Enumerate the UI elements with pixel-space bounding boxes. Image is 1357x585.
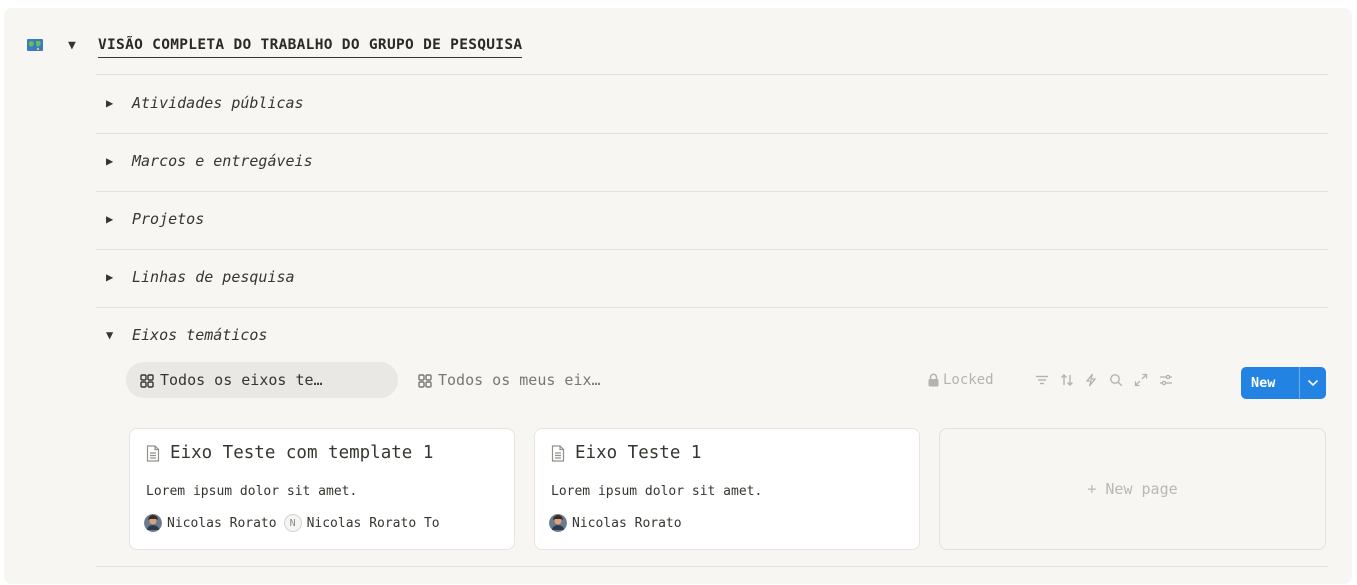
person-name: Nicolas Rorato — [167, 515, 277, 531]
expand-icon[interactable] — [1134, 373, 1148, 387]
gallery-grid-icon — [140, 374, 154, 388]
divider — [96, 133, 1328, 134]
section-projetos[interactable]: Projetos — [132, 210, 204, 228]
card-people: Nicolas Rorato — [549, 514, 682, 532]
page-title[interactable]: VISÃO COMPLETA DO TRABALHO DO GRUPO DE P… — [98, 36, 523, 58]
search-icon[interactable] — [1109, 373, 1123, 387]
section-linhas-pesquisa[interactable]: Linhas de pesquisa — [132, 268, 295, 286]
avatar — [144, 514, 162, 532]
sort-icon[interactable] — [1060, 373, 1074, 387]
view-tab-todos-eixos[interactable]: Todos os eixos te… — [126, 362, 398, 398]
automation-icon[interactable] — [1084, 373, 1098, 387]
settings-icon[interactable] — [1159, 373, 1173, 387]
initial-avatar: N — [283, 514, 302, 532]
view-tab-label: Todos os eixos te… — [160, 371, 323, 389]
locked-label: Locked — [943, 372, 994, 388]
person-name: Nicolas Rorato — [572, 515, 682, 531]
section-eixos-tematicos[interactable]: Eixos temáticos — [132, 326, 267, 344]
divider — [96, 249, 1328, 250]
page-icon — [146, 444, 160, 462]
new-button-label[interactable]: New — [1241, 367, 1300, 399]
divider — [96, 74, 1328, 75]
locked-indicator[interactable]: Locked — [928, 370, 994, 390]
gallery-card[interactable]: Eixo Teste com template 1 Lorem ipsum do… — [129, 428, 515, 550]
card-description: Lorem ipsum dolor sit amet. — [551, 484, 763, 499]
section-toggle-caret[interactable]: ▶ — [106, 270, 113, 284]
lock-icon — [928, 373, 939, 387]
world-map-icon — [27, 39, 43, 51]
divider — [96, 191, 1328, 192]
divider — [96, 307, 1328, 308]
card-people: Nicolas Rorato N Nicolas Rorato To — [144, 514, 440, 532]
section-marcos-entregaveis[interactable]: Marcos e entregáveis — [132, 152, 313, 170]
page-icon — [551, 444, 565, 462]
view-tab-todos-meus-eixos[interactable]: Todos os meus eix… — [404, 362, 615, 398]
card-title: Eixo Teste 1 — [575, 443, 702, 463]
new-button[interactable]: New — [1241, 367, 1326, 399]
section-toggle-caret[interactable]: ▼ — [106, 328, 113, 342]
gallery-grid-icon — [418, 374, 432, 388]
header-toggle-caret[interactable]: ▼ — [68, 39, 76, 53]
section-toggle-caret[interactable]: ▶ — [106, 154, 113, 168]
chevron-down-icon[interactable] — [1300, 379, 1326, 387]
person-name: Nicolas Rorato To — [306, 515, 440, 531]
card-description: Lorem ipsum dolor sit amet. — [146, 484, 358, 499]
section-toggle-caret[interactable]: ▶ — [106, 212, 113, 226]
gallery-card[interactable]: Eixo Teste 1 Lorem ipsum dolor sit amet.… — [534, 428, 920, 550]
divider — [96, 566, 1328, 567]
card-title: Eixo Teste com template 1 — [170, 443, 434, 463]
new-page-card[interactable]: + New page — [939, 428, 1326, 550]
avatar — [549, 514, 567, 532]
view-tab-label: Todos os meus eix… — [438, 371, 601, 389]
section-toggle-caret[interactable]: ▶ — [106, 96, 113, 110]
filter-icon[interactable] — [1035, 373, 1049, 387]
section-atividades-publicas[interactable]: Atividades públicas — [132, 94, 304, 112]
